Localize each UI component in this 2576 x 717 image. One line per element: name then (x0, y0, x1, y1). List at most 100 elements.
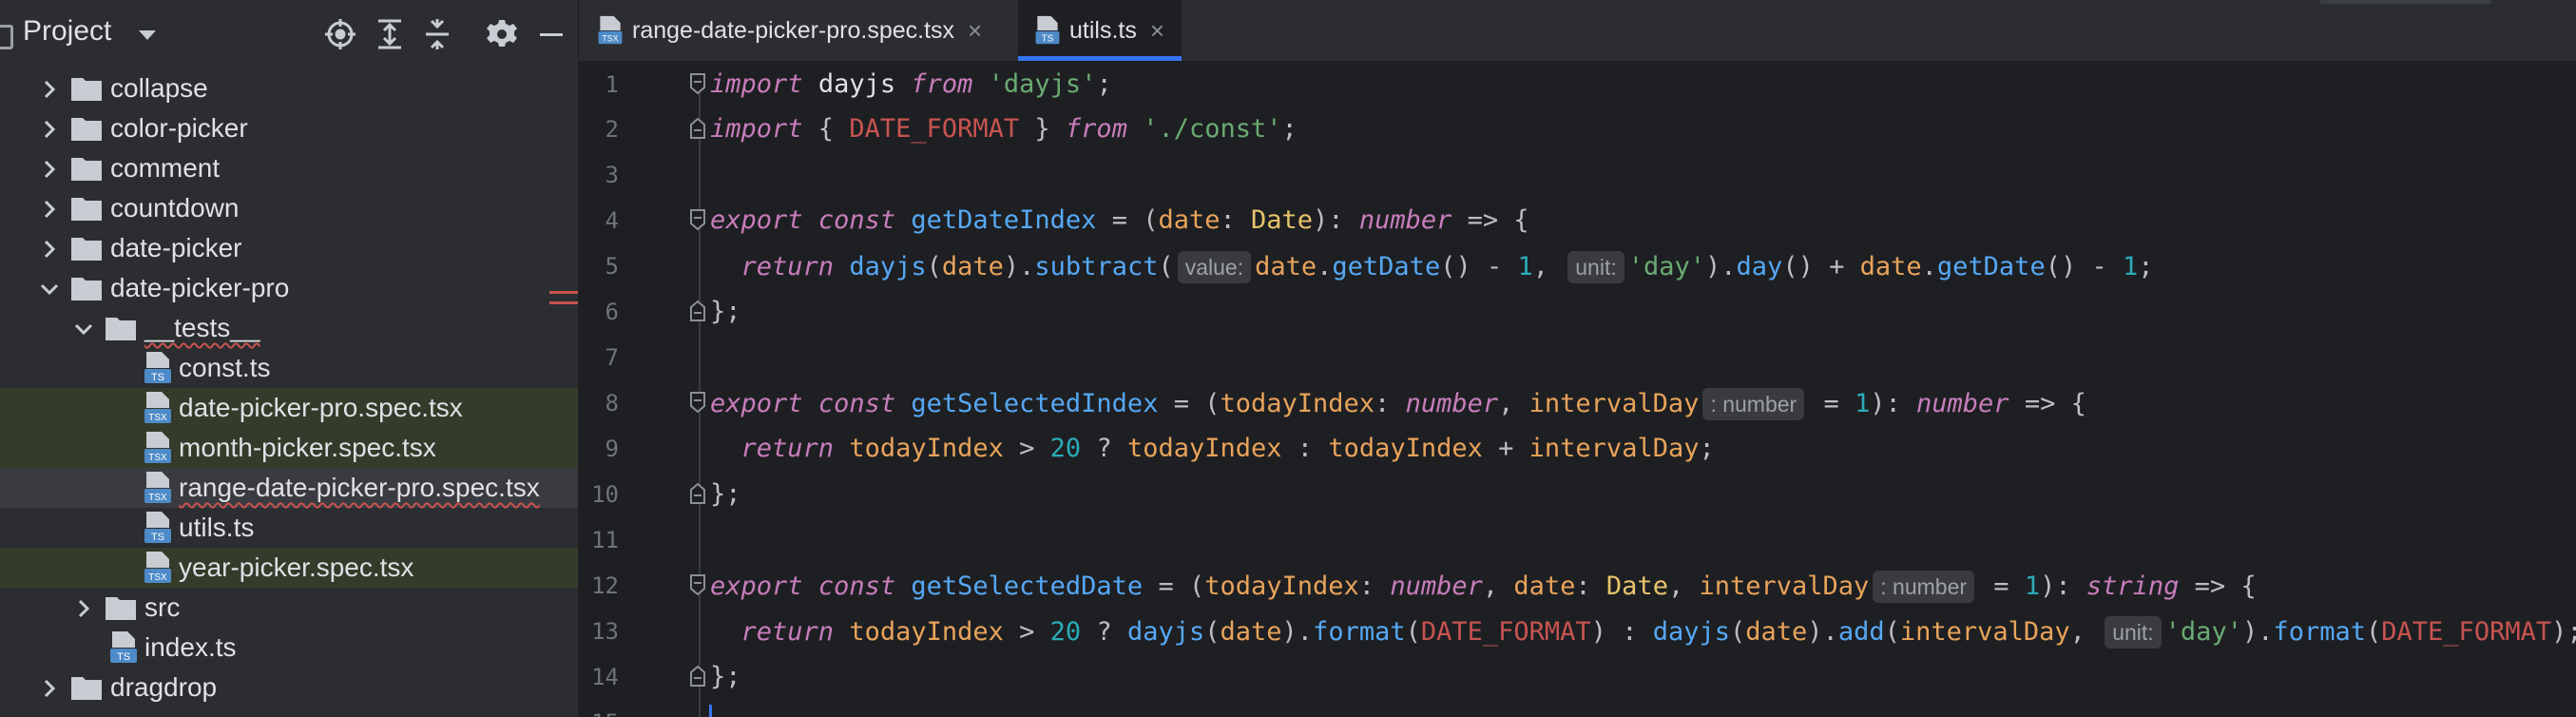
ts-file-icon: TS (108, 630, 139, 665)
line-number: 12 (591, 572, 619, 599)
chevron-down-icon[interactable] (139, 30, 156, 40)
tree-item-label: countdown (110, 193, 240, 223)
tree-item-label: date-picker-pro.spec.tsx (179, 393, 463, 422)
gear-icon[interactable] (485, 17, 519, 51)
svg-text:TS: TS (1042, 34, 1054, 45)
code-line: return dayjs(date).subtract(value: date.g… (740, 251, 2154, 283)
folder-icon (70, 195, 103, 222)
fold-icon[interactable] (689, 209, 706, 231)
code-line: }; (710, 479, 741, 509)
code-line: import dayjs from 'dayjs'; (710, 69, 1112, 99)
project-view-icon[interactable] (0, 25, 13, 49)
fold-icon[interactable] (689, 117, 706, 139)
inlay-hint: : number (1873, 571, 1975, 603)
tree-item-date-picker-pro[interactable]: date-picker-pro (0, 268, 578, 308)
code-line: import { DATE_FORMAT } from './const'; (710, 114, 1298, 144)
tab-utils-ts[interactable]: TS utils.ts × (1018, 0, 1182, 61)
tree-item-tests[interactable]: __tests__ (0, 308, 578, 348)
chevron-down-icon[interactable] (72, 317, 95, 339)
tsx-file-icon: TSX (143, 431, 173, 465)
tree-item-index-ts[interactable]: TS index.ts (0, 628, 578, 668)
tree-item-date-picker[interactable]: date-picker (0, 228, 578, 268)
fold-icon[interactable] (689, 73, 706, 95)
line-number: 10 (591, 481, 619, 508)
project-panel-header: Project (0, 0, 578, 68)
svg-text:TS: TS (151, 532, 164, 543)
fold-icon[interactable] (689, 574, 706, 596)
tree-item-date-picker-pro-spec[interactable]: TSX date-picker-pro.spec.tsx (0, 388, 578, 428)
tree-item-label: color-picker (110, 113, 248, 143)
minimize-icon[interactable] (534, 17, 568, 51)
collapse-all-icon[interactable] (420, 17, 454, 51)
svg-text:TSX: TSX (148, 413, 167, 423)
tab-label: utils.ts (1069, 16, 1137, 44)
close-icon[interactable]: × (968, 16, 982, 46)
folder-icon (70, 235, 103, 262)
project-panel: Project collapse color-picker comment co… (0, 0, 579, 717)
tree-item-label: month-picker.spec.tsx (179, 433, 436, 462)
svg-text:TS: TS (151, 372, 164, 383)
line-number: 15 (579, 709, 619, 717)
chevron-right-icon[interactable] (38, 117, 61, 140)
inlay-hint: unit: (1567, 251, 1624, 283)
chevron-right-icon[interactable] (38, 237, 61, 260)
folder-icon (105, 594, 137, 621)
line-number: 3 (605, 162, 619, 188)
project-panel-title[interactable]: Project (23, 15, 111, 48)
project-tree: collapse color-picker comment countdown (0, 68, 578, 707)
line-number: 4 (605, 207, 619, 234)
tree-item-label: comment (110, 153, 221, 183)
fold-icon[interactable] (689, 392, 706, 414)
line-number: 5 (605, 253, 619, 280)
tree-item-color-picker[interactable]: color-picker (0, 108, 578, 148)
tree-item-countdown[interactable]: countdown (0, 188, 578, 228)
svg-text:TSX: TSX (602, 34, 618, 44)
expand-all-icon[interactable] (373, 17, 407, 51)
tab-range-date-picker-pro-spec[interactable]: TSX range-date-picker-pro.spec.tsx × (596, 0, 991, 61)
folder-icon (70, 275, 103, 301)
chevron-right-icon[interactable] (72, 596, 95, 619)
tree-item-month-picker-spec[interactable]: TSX month-picker.spec.tsx (0, 428, 578, 468)
tree-item-src[interactable]: src (0, 588, 578, 628)
tree-item-label: index.ts (144, 632, 237, 662)
folder-icon (105, 315, 137, 341)
locate-icon[interactable] (323, 17, 357, 51)
tree-item-label: __tests__ (144, 313, 260, 342)
code-line: export const getSelectedDate = (todayInd… (710, 571, 2257, 603)
tree-item-label: date-picker-pro (110, 273, 290, 302)
code-line: export const getDateIndex = (date: Date)… (710, 205, 1529, 235)
code-line: }; (710, 662, 741, 691)
tree-item-year-picker-spec[interactable]: TSX year-picker.spec.tsx (0, 548, 578, 588)
chevron-right-icon[interactable] (38, 77, 61, 100)
tree-item-utils-ts[interactable]: TS utils.ts (0, 508, 578, 548)
chevron-down-icon[interactable] (38, 277, 61, 300)
code-line: return todayIndex > 20 ? dayjs(date).for… (740, 616, 2576, 649)
tsx-file-icon: TSX (596, 15, 625, 46)
chevron-right-icon[interactable] (38, 676, 61, 699)
editor-tabs: TSX range-date-picker-pro.spec.tsx × TS … (579, 0, 2576, 62)
close-icon[interactable]: × (1150, 16, 1164, 46)
tree-item-dragdrop[interactable]: dragdrop (0, 668, 578, 707)
tree-item-const-ts[interactable]: TS const.ts (0, 348, 578, 388)
chevron-right-icon[interactable] (38, 197, 61, 220)
line-number: 14 (591, 664, 619, 690)
tree-item-label: collapse (110, 73, 208, 103)
folder-icon (70, 155, 103, 182)
fold-icon[interactable] (689, 482, 706, 504)
line-number: 1 (605, 71, 619, 98)
fold-icon[interactable] (689, 300, 706, 321)
fold-icon[interactable] (689, 665, 706, 687)
svg-text:TSX: TSX (148, 453, 167, 463)
folder-icon (70, 674, 103, 701)
line-number: 11 (591, 527, 619, 553)
code-editor[interactable]: 1 2 3 4 5 6 7 8 9 10 11 12 13 14 15 impo… (579, 62, 2576, 717)
tree-item-label: year-picker.spec.tsx (179, 552, 414, 582)
line-number: 13 (591, 618, 619, 645)
chevron-right-icon[interactable] (38, 157, 61, 180)
svg-text:TS: TS (117, 651, 130, 663)
tsx-file-icon: TSX (143, 471, 173, 505)
tree-item-comment[interactable]: comment (0, 148, 578, 188)
tree-item-collapse[interactable]: collapse (0, 68, 578, 108)
tree-item-range-date-picker-pro-spec[interactable]: TSX range-date-picker-pro.spec.tsx (0, 468, 578, 508)
svg-text:TSX: TSX (148, 493, 167, 503)
